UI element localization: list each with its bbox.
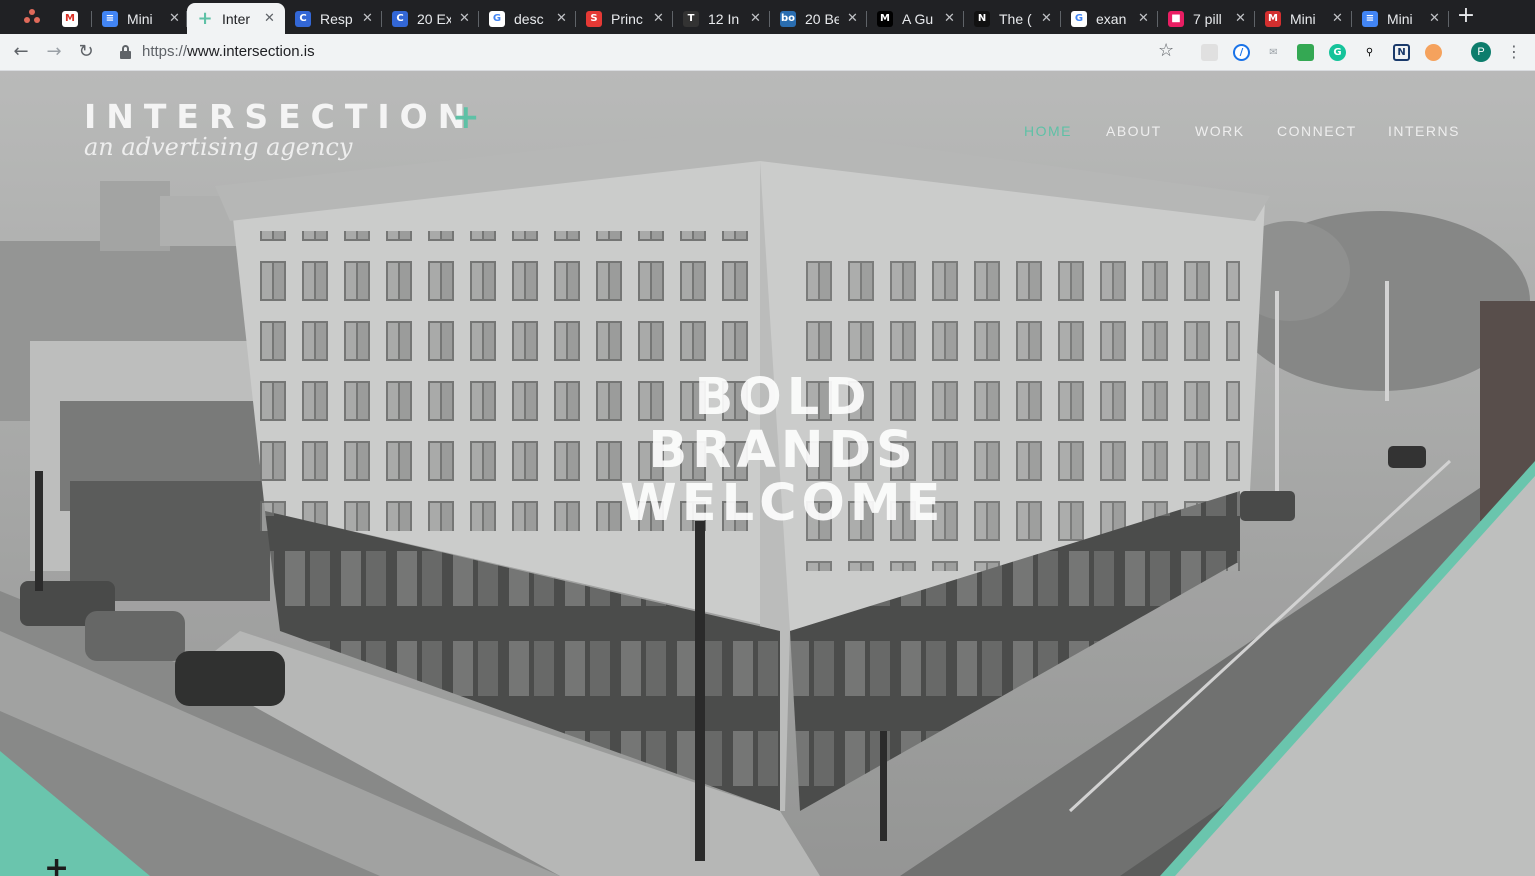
close-tab-icon[interactable]: ✕	[1138, 11, 1149, 26]
google-docs-icon: ≡	[102, 10, 118, 27]
close-tab-icon[interactable]: ✕	[944, 11, 955, 26]
close-tab-icon[interactable]: ✕	[750, 11, 761, 26]
tab-title: 20 Be	[805, 10, 839, 27]
headline-line: BOLD	[694, 368, 872, 427]
nav-about[interactable]: ABOUT	[1106, 123, 1162, 139]
tab-title: exan	[1096, 10, 1127, 27]
bo-letter-icon: bo	[780, 10, 796, 27]
medium-m-icon: M	[877, 10, 893, 27]
new-tab-button[interactable]: +	[1455, 4, 1477, 30]
tab-title: Mini	[127, 10, 153, 27]
trend-badge-icon: ■	[1168, 10, 1184, 27]
browser-toolbar: ← → ↻ https://www.intersection.is ☆ / ✉ …	[0, 34, 1535, 71]
extension-icon[interactable]: N	[1393, 44, 1410, 61]
close-tab-icon[interactable]: ✕	[169, 11, 180, 26]
intersection-plus-icon: +	[197, 8, 213, 29]
headline-line: BRANDS	[648, 421, 918, 480]
c-circle-icon: C	[295, 10, 311, 27]
tab-title: A Gu	[902, 10, 934, 27]
nav-work[interactable]: WORK	[1195, 123, 1245, 139]
s-letter-icon: S	[586, 10, 602, 27]
browser-tab[interactable]: ≡ Mini ✕	[92, 3, 187, 34]
nn-letter-icon: N	[974, 10, 990, 27]
browser-tab[interactable]: S Princ ✕	[576, 3, 673, 34]
bookmark-star-icon[interactable]: ☆	[1158, 40, 1174, 61]
url-host: www.intersection.is	[187, 43, 315, 60]
browser-tab[interactable]: Gexan ✕	[1061, 3, 1158, 34]
extension-icon[interactable]: ⚲	[1361, 44, 1378, 61]
tab-title: Mini	[1387, 10, 1413, 27]
browser-tab[interactable]: M A Gu ✕	[867, 3, 964, 34]
profile-avatar[interactable]: P	[1471, 42, 1491, 62]
close-tab-icon[interactable]: ✕	[1332, 11, 1343, 26]
gmail-icon: M	[62, 10, 78, 27]
browser-tab[interactable]: M Mini ✕	[1255, 3, 1352, 34]
browser-tab[interactable]: C 20 Ex ✕	[382, 3, 479, 34]
close-tab-icon[interactable]: ✕	[362, 11, 373, 26]
menu-icon[interactable]: ⋮	[1506, 42, 1522, 61]
url-protocol: https://	[142, 43, 188, 60]
corner-plus-icon: +	[44, 851, 70, 876]
hero-section: INTERSECTION + an advertising agency HOM…	[0, 71, 1535, 876]
google-g-icon: G	[489, 10, 505, 27]
close-tab-icon[interactable]: ✕	[1235, 11, 1246, 26]
close-tab-icon[interactable]: ✕	[847, 11, 858, 26]
close-tab-icon[interactable]: ✕	[556, 11, 567, 26]
lock-icon[interactable]	[120, 45, 131, 59]
headline-line: WELCOME	[620, 474, 946, 533]
tab-title: 12 In	[708, 10, 740, 27]
m-letter-icon: M	[1265, 10, 1281, 27]
tab-title: 7 pill	[1193, 10, 1222, 27]
extension-icon[interactable]: /	[1233, 44, 1250, 61]
close-tab-icon[interactable]: ✕	[1041, 11, 1052, 26]
tab-title: Resp	[320, 10, 353, 27]
extension-icon[interactable]	[1201, 44, 1218, 61]
close-tab-icon[interactable]: ✕	[653, 11, 664, 26]
google-docs-icon: ≡	[1362, 10, 1378, 27]
reload-icon[interactable]: ↻	[75, 41, 97, 63]
tab-title: Inter	[222, 10, 251, 27]
hero-headline: BOLD BRANDS WELCOME	[583, 371, 983, 530]
browser-tab[interactable]: T 12 In ✕	[673, 3, 770, 34]
nav-connect[interactable]: CONNECT	[1277, 123, 1357, 139]
nav-home[interactable]: HOME	[1024, 123, 1072, 139]
tab-title: desc	[514, 10, 544, 27]
google-g-icon: G	[1071, 10, 1087, 27]
c-circle-icon: C	[392, 10, 408, 27]
tab-title: Princ	[611, 10, 643, 27]
extension-icon[interactable]	[1297, 44, 1314, 61]
browser-tab[interactable]: Gdesc ✕	[479, 3, 576, 34]
t-letter-icon: T	[683, 10, 699, 27]
close-tab-icon[interactable]: ✕	[459, 11, 470, 26]
forward-icon[interactable]: →	[43, 41, 65, 63]
browser-tab[interactable]: bo 20 Be ✕	[770, 3, 867, 34]
logo-text[interactable]: INTERSECTION	[84, 97, 475, 136]
extension-icon[interactable]	[1425, 44, 1442, 61]
back-icon[interactable]: ←	[10, 41, 32, 63]
logo-tagline: an advertising agency	[84, 133, 353, 161]
browser-tab[interactable]: ■ 7 pill ✕	[1158, 3, 1255, 34]
grammarly-icon[interactable]: G	[1329, 44, 1346, 61]
apps-icon[interactable]	[22, 9, 42, 27]
close-tab-icon[interactable]: ✕	[1429, 11, 1440, 26]
tab-gmail[interactable]: M	[52, 3, 92, 34]
tab-title: The (	[999, 10, 1032, 27]
address-bar[interactable]: https://www.intersection.is	[142, 43, 315, 60]
nav-interns[interactable]: INTERNS	[1388, 123, 1460, 139]
tab-title: 20 Ex	[417, 10, 451, 27]
browser-tab[interactable]: ≡ Mini ✕	[1352, 3, 1449, 34]
mail-icon[interactable]: ✉	[1265, 44, 1282, 61]
tab-strip: M ≡ Mini ✕ + Inter ✕ C Resp ✕ C 20 Ex ✕ Gdesc ✕ S Princ…	[0, 0, 1535, 34]
tab-title: Mini	[1290, 10, 1316, 27]
browser-tab[interactable]: + Inter ✕	[187, 3, 285, 34]
logo-plus-icon: +	[452, 97, 480, 136]
browser-tab[interactable]: C Resp ✕	[285, 3, 382, 34]
browser-tab[interactable]: N The ( ✕	[964, 3, 1061, 34]
close-tab-icon[interactable]: ✕	[264, 11, 275, 26]
